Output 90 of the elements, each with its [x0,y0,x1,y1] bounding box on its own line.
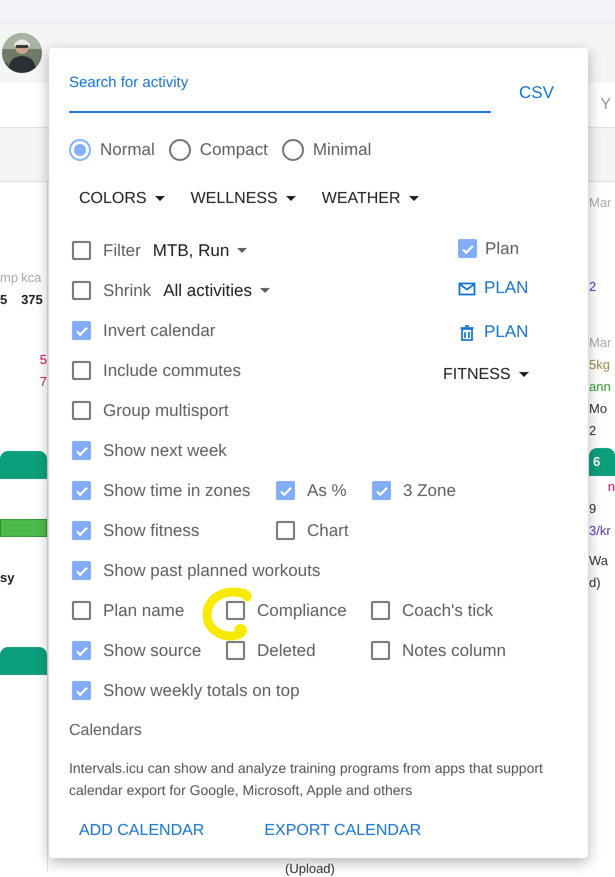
layout-radio[interactable]: Compact [168,137,268,162]
checkbox[interactable] [276,481,295,500]
checkbox[interactable] [458,239,477,258]
checkbox[interactable] [72,441,91,460]
option-label: Notes column [402,640,506,662]
fragment-text: 3/kr [589,522,612,540]
mail-icon [458,280,476,298]
layout-radio[interactable]: Minimal [282,137,372,162]
fragment-text: Mar [589,334,612,352]
fragment-text: Mar [589,194,612,212]
option-label: Group multisport [103,400,229,422]
fragment-text: Wa [589,552,610,570]
checkbox[interactable] [72,601,91,620]
fragment-text: 7 [38,373,47,391]
checkbox[interactable] [371,641,390,660]
option-label: Show source [103,640,202,662]
checkbox[interactable] [72,481,91,500]
checkbox[interactable] [372,481,391,500]
option-label: Include commutes [103,360,241,382]
caret-icon [237,248,248,253]
description-text: Intervals.icu can show and analyze training programs from apps that support calendar export for Google, Microsoft, Apple and others [69,758,544,800]
checkbox[interactable] [72,281,91,300]
option-label: Show next week [103,440,227,462]
dropdown-button[interactable]: WELLNESS [190,186,296,210]
checkbox[interactable] [72,241,91,260]
fragment-text: n [606,478,615,496]
fragment-text: sy [0,569,16,587]
card-header: 6 [589,448,615,476]
filter-dropdown[interactable]: All activities [163,278,270,304]
option-label: 3 Zone [403,480,456,502]
section-heading: Calendars [69,720,143,740]
search-field[interactable]: Search for activity [69,60,491,113]
activity-strip [0,519,47,537]
option-label: Plan [485,238,520,260]
fragment-text: Mo [589,400,608,418]
plan-button[interactable]: PLAN [458,266,568,310]
plan-button[interactable]: PLAN [458,310,568,354]
checkbox[interactable] [72,561,91,580]
calendar-button[interactable]: EXPORT CALENDAR [264,820,422,840]
option-label: As % [307,480,347,502]
header-text: Y [600,95,611,115]
option-label: Show weekly totals on top [103,680,300,702]
checkbox[interactable] [72,401,91,420]
upload-text: (Upload) [285,861,335,876]
fragment-text: 2 [589,422,598,440]
checkbox[interactable] [72,361,91,380]
caret-icon [408,196,419,201]
dropdown-button[interactable]: WEATHER [322,186,419,210]
option-label: Compliance [257,600,347,622]
caret-icon [154,196,165,201]
option-label: Show fitness [103,520,200,542]
option-label: Deleted [257,640,316,662]
card-header [0,647,47,675]
checkbox[interactable] [72,681,91,700]
option-label: Filter [103,240,141,262]
option-label: Invert calendar [103,320,216,342]
fragment-text: 9 [589,500,598,518]
checkbox[interactable] [226,601,245,620]
column-header: kca [21,269,42,287]
checkbox[interactable] [72,641,91,660]
dropdown-button[interactable]: FITNESS [443,362,568,386]
filter-dropdown[interactable]: MTB, Run [152,238,248,264]
column-header: mp [0,269,18,287]
fragment-text: 2 [589,278,598,296]
checkbox[interactable] [72,321,91,340]
checkbox[interactable] [72,521,91,540]
checkbox[interactable] [276,521,295,540]
caret-icon [518,372,529,377]
column-value: 5 [0,291,8,309]
option-label: Show time in zones [103,480,250,502]
fragment-text: 5 [38,351,47,369]
option-label: Plan name [103,600,184,622]
fragment-text: 5kg [589,356,611,374]
column-value: 375 [21,291,43,309]
csv-button[interactable]: CSV [519,82,554,103]
caret-icon [286,196,296,201]
fragment-text: ann [589,378,612,396]
fragment-text: d) [589,574,602,592]
caret-icon [260,288,270,293]
checkbox[interactable] [226,641,245,660]
option-label: Shrink [103,280,152,302]
option-label: Show past planned workouts [103,560,320,582]
checkbox[interactable] [371,601,390,620]
layout-radio[interactable]: Normal [69,137,155,162]
card-header [0,451,47,479]
calendar-button[interactable]: ADD CALENDAR [79,820,204,840]
trash-icon [458,324,476,342]
option-label: Coach's tick [402,600,494,622]
option-label: Chart [307,520,349,542]
dropdown-button[interactable]: COLORS [79,186,165,210]
